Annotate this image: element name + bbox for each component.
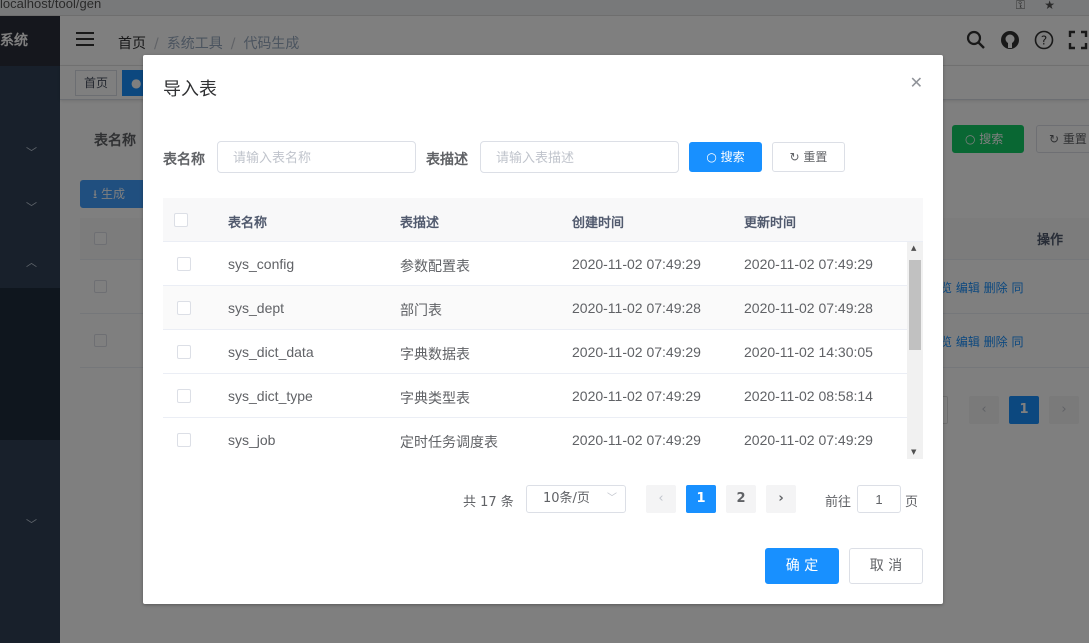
cell-updated: 2020-11-02 08:58:14 [744, 388, 873, 404]
table-row[interactable]: sys_job 定时任务调度表 2020-11-02 07:49:29 2020… [163, 418, 907, 459]
column-header[interactable]: 创建时间 [572, 212, 624, 231]
table-desc-input[interactable] [480, 141, 679, 173]
table-scrollbar[interactable]: ▲ ▼ [907, 242, 923, 459]
table-name-label: 表名称 [163, 152, 205, 168]
cell-updated: 2020-11-02 14:30:05 [744, 344, 873, 360]
table-name-input[interactable] [217, 141, 416, 173]
cell-table-desc: 参数配置表 [400, 258, 470, 274]
refresh-icon: ↻ [789, 150, 804, 164]
page-button[interactable]: 1 [686, 485, 716, 513]
table-desc-label: 表描述 [426, 152, 468, 168]
goto-label: 前往 [825, 495, 852, 510]
column-header[interactable]: 表描述 [400, 212, 439, 231]
import-table: 表名称 表描述 创建时间 更新时间 sys_config 参数配置表 2020-… [163, 198, 923, 459]
goto-page-input[interactable] [857, 485, 901, 513]
cell-updated: 2020-11-02 07:49:29 [744, 432, 873, 448]
table-body: sys_config 参数配置表 2020-11-02 07:49:29 202… [163, 242, 907, 459]
row-checkbox[interactable] [177, 301, 191, 315]
scroll-up-icon[interactable]: ▲ [911, 244, 916, 252]
cell-created: 2020-11-02 07:49:29 [572, 344, 701, 360]
cell-table-desc: 字典类型表 [400, 390, 470, 406]
search-icon: ○ [706, 150, 721, 164]
cell-created: 2020-11-02 07:49:29 [572, 432, 701, 448]
table-row[interactable]: sys_dict_data 字典数据表 2020-11-02 07:49:29 … [163, 330, 907, 374]
page-button[interactable]: 2 [726, 485, 756, 513]
prev-page-button[interactable]: ‹ [646, 485, 676, 513]
scrollbar-thumb[interactable] [909, 260, 921, 350]
dialog-title: 导入表 [163, 79, 217, 100]
table-row[interactable]: sys_dict_type 字典类型表 2020-11-02 07:49:29 … [163, 374, 907, 418]
close-icon[interactable]: ✕ [910, 73, 923, 92]
cell-table-name: sys_dept [228, 300, 285, 316]
cell-updated: 2020-11-02 07:49:29 [744, 256, 873, 272]
cell-table-name: sys_job [228, 432, 276, 448]
row-checkbox[interactable] [177, 389, 191, 403]
cell-table-name: sys_config [228, 256, 295, 272]
column-header[interactable]: 更新时间 [744, 212, 796, 231]
chevron-down-icon: ﹀ [607, 493, 617, 504]
cell-created: 2020-11-02 07:49:29 [572, 388, 701, 404]
table-row[interactable]: sys_dept 部门表 2020-11-02 07:49:28 2020-11… [163, 286, 907, 330]
row-checkbox[interactable] [177, 257, 191, 271]
cell-table-desc: 定时任务调度表 [400, 434, 498, 450]
pagination-total: 共 17 条 [463, 495, 514, 510]
search-button[interactable]: ○ 搜索 [689, 142, 762, 172]
table-row[interactable]: sys_config 参数配置表 2020-11-02 07:49:29 202… [163, 242, 907, 286]
cell-updated: 2020-11-02 07:49:28 [744, 300, 873, 316]
row-checkbox[interactable] [177, 433, 191, 447]
reset-button[interactable]: ↻ 重置 [772, 142, 845, 172]
select-all-checkbox[interactable] [174, 213, 188, 227]
cancel-button[interactable]: 取 消 [849, 548, 923, 584]
page-suffix: 页 [905, 495, 919, 510]
next-page-button[interactable]: › [766, 485, 796, 513]
cell-table-name: sys_dict_data [228, 344, 314, 360]
cell-table-desc: 字典数据表 [400, 346, 470, 362]
cell-created: 2020-11-02 07:49:29 [572, 256, 701, 272]
row-checkbox[interactable] [177, 345, 191, 359]
import-table-dialog: 导入表 ✕ 表名称 表描述 ○ 搜索 ↻ 重置 表名称 表描述 创建时间 更新时… [143, 55, 943, 604]
cell-table-desc: 部门表 [400, 302, 442, 318]
cell-created: 2020-11-02 07:49:28 [572, 300, 701, 316]
cell-table-name: sys_dict_type [228, 388, 313, 404]
confirm-button[interactable]: 确 定 [765, 548, 839, 584]
scroll-down-icon[interactable]: ▼ [911, 448, 916, 456]
column-header[interactable]: 表名称 [228, 212, 267, 231]
page-size-select[interactable]: 10条/页 ﹀ [526, 485, 626, 513]
table-header: 表名称 表描述 创建时间 更新时间 [163, 198, 923, 242]
